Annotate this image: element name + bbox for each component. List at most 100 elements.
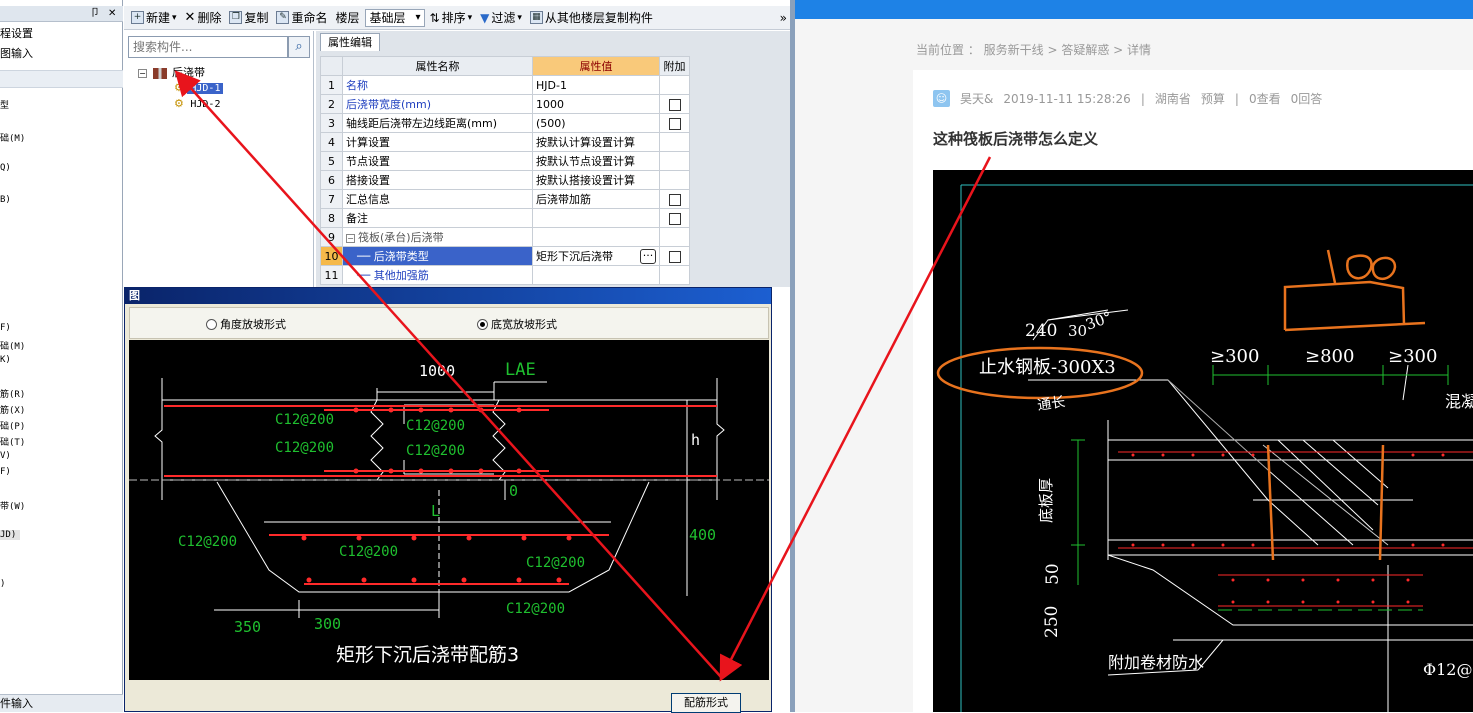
table-row-selected[interactable]: 10 ── 后浇带类型 矩形下沉后浇带 ··· — [320, 246, 690, 266]
add-checkbox[interactable] — [668, 193, 681, 206]
nav-subitem[interactable]: 础(M) — [0, 339, 25, 352]
copy-button[interactable]: ❐ 复制 — [226, 7, 271, 29]
nav-subitem[interactable]: 础(M) — [0, 131, 25, 144]
nav-subitem[interactable]: K) — [0, 355, 11, 365]
property-value[interactable]: 按默认节点设置计算 — [532, 151, 660, 171]
col-num — [320, 56, 343, 76]
property-name: 备注 — [342, 208, 533, 228]
table-row[interactable]: 4 计算设置 按默认计算设置计算 — [320, 132, 690, 152]
tree-node-root[interactable]: − 后浇带 — [138, 65, 205, 80]
row-num: 11 — [320, 265, 343, 285]
add-cell — [659, 170, 690, 190]
table-row[interactable]: 2 后浇带宽度(mm) 1000 — [320, 94, 690, 114]
property-value[interactable] — [532, 265, 660, 285]
table-row[interactable]: 11 ── 其他加强筋 — [320, 265, 690, 285]
new-icon: + — [131, 11, 144, 24]
sort-button[interactable]: ⇅ 排序 ▾ — [427, 7, 476, 29]
property-value[interactable]: 后浇带加筋 — [532, 189, 660, 209]
nav-subitem[interactable]: B) — [0, 195, 11, 205]
row-num: 8 — [320, 208, 343, 228]
copy-icon: ❐ — [229, 11, 243, 24]
filter-button[interactable]: ▼ 过滤 ▾ — [477, 7, 525, 29]
question-meta: ☺ 昊天& 2019-11-11 15:28:26 | 湖南省 预算 | 0查看… — [933, 90, 1322, 107]
breadcrumb[interactable]: 当前位置 ： 服务新干线 > 答疑解惑 > 详情 — [916, 41, 1151, 58]
col-property-value: 属性值 — [532, 56, 660, 76]
add-checkbox[interactable] — [668, 98, 681, 111]
rebar-spec-label: Φ12@ — [1423, 660, 1472, 679]
add-checkbox[interactable] — [668, 250, 681, 263]
property-value[interactable] — [532, 208, 660, 228]
rebar-diagram-dialog: 图 角度放坡形式 底宽放坡形式 1000 h 0 L 400 350 300 L… — [124, 287, 772, 713]
nav-subitem-selected[interactable]: JD) — [0, 530, 21, 540]
radio-width-slope[interactable]: 底宽放坡形式 — [477, 316, 557, 332]
avatar[interactable]: ☺ — [933, 90, 950, 107]
table-row[interactable]: 7 汇总信息 后浇带加筋 — [320, 189, 690, 209]
nav-subitem[interactable]: ) — [0, 579, 5, 589]
ellipsis-button[interactable]: ··· — [640, 249, 656, 264]
nav-subitem[interactable]: Q) — [0, 163, 11, 173]
property-value[interactable]: 按默认计算设置计算 — [532, 132, 660, 152]
filter-label: 过滤 — [491, 11, 516, 25]
add-checkbox[interactable] — [668, 117, 681, 130]
nav-subitem[interactable]: 筋(R) — [0, 387, 25, 400]
left-navigation-panel: 卩 ✕ 程设置 图输入 型 础(M) Q) B) F) 础(M) K) 筋(R)… — [0, 0, 123, 712]
property-value[interactable]: 矩形下沉后浇带 ··· — [532, 246, 660, 266]
nav-subitem[interactable]: V) — [0, 451, 11, 461]
collapse-icon[interactable]: − — [138, 69, 147, 78]
rebar-form-button[interactable]: 配筋形式 — [671, 693, 741, 713]
search-icon[interactable]: ⌕ — [288, 36, 310, 58]
nav-subitem[interactable]: 础(T) — [0, 435, 25, 448]
property-value[interactable]: HJD-1 — [532, 75, 660, 95]
nav-item-drawing-input[interactable]: 图输入 — [0, 44, 123, 64]
property-name: ── 后浇带类型 — [342, 246, 533, 266]
answer-count: 0回答 — [1290, 92, 1323, 106]
component-icon: ⚙ — [174, 81, 184, 94]
author-name[interactable]: 昊天& — [960, 90, 993, 107]
dialog-title[interactable]: 图 — [125, 288, 771, 304]
radio-angle-slope[interactable]: 角度放坡形式 — [206, 316, 286, 332]
tree-node-hjd-2[interactable]: ⚙ HJD-2 — [174, 96, 223, 112]
copy-from-floor-button[interactable]: ▦ 从其他楼层复制构件 — [527, 7, 656, 29]
nav-subitem[interactable]: F) — [0, 323, 11, 333]
tab-property-edit[interactable]: 属性编辑 — [320, 33, 380, 51]
property-name: 名称 — [342, 75, 533, 95]
collapse-icon[interactable]: − — [346, 234, 355, 243]
table-row[interactable]: 6 搭接设置 按默认搭接设置计算 — [320, 170, 690, 190]
table-row[interactable]: 5 节点设置 按默认节点设置计算 — [320, 151, 690, 171]
pin-icon[interactable]: 卩 — [90, 6, 100, 22]
floor-select[interactable]: 基础层 — [364, 8, 425, 27]
view-count: 0查看 — [1248, 92, 1281, 106]
category-tag: 预算 — [1200, 92, 1225, 106]
nav-subitem[interactable]: 带(W) — [0, 499, 25, 512]
nav-subitem[interactable]: 筋(X) — [0, 403, 25, 416]
property-value[interactable]: 按默认搭接设置计算 — [532, 170, 660, 190]
table-row[interactable]: 8 备注 — [320, 208, 690, 228]
property-name: ── 其他加强筋 — [342, 265, 533, 285]
property-value[interactable]: (500) — [532, 113, 660, 133]
nav-subitem[interactable]: 型 — [0, 98, 9, 111]
delete-button[interactable]: ✕ 删除 — [182, 7, 225, 29]
delete-label: 删除 — [197, 11, 222, 25]
property-table: 属性名称 属性值 附加 1 名称 HJD-1 2 后浇带宽度(mm) 1000 3 轴线距… — [320, 56, 690, 285]
annotation-1100: 1100 — [1328, 279, 1331, 281]
table-row[interactable]: 1 名称 HJD-1 — [320, 75, 690, 95]
add-cell — [659, 151, 690, 171]
new-button[interactable]: + 新建 ▾ — [128, 7, 180, 29]
tree-node-hjd-1[interactable]: ⚙ HJD-1 — [174, 80, 224, 96]
rename-button[interactable]: ✎ 重命名 — [273, 7, 330, 29]
toolbar-overflow-button[interactable]: » — [777, 7, 790, 29]
dim-400: 400 — [689, 526, 716, 544]
close-icon[interactable]: ✕ — [108, 6, 116, 22]
table-row-group[interactable]: 9− 筏板(承台)后浇带 — [320, 227, 690, 247]
search-input[interactable]: 搜索构件... — [128, 36, 288, 58]
table-row[interactable]: 3 轴线距后浇带左边线距离(mm) (500) — [320, 113, 690, 133]
nav-item-component-input[interactable]: 件输入 — [0, 694, 123, 712]
add-checkbox[interactable] — [668, 212, 681, 225]
sort-label: 排序 — [441, 11, 466, 25]
property-value[interactable]: 1000 — [532, 94, 660, 114]
nav-item-project-settings[interactable]: 程设置 — [0, 24, 123, 44]
rebar-label: C12@200 — [339, 544, 398, 560]
nav-subitem[interactable]: F) — [0, 467, 11, 477]
nav-subitem[interactable]: 础(P) — [0, 419, 25, 432]
dim-240: 240 — [1025, 321, 1057, 341]
